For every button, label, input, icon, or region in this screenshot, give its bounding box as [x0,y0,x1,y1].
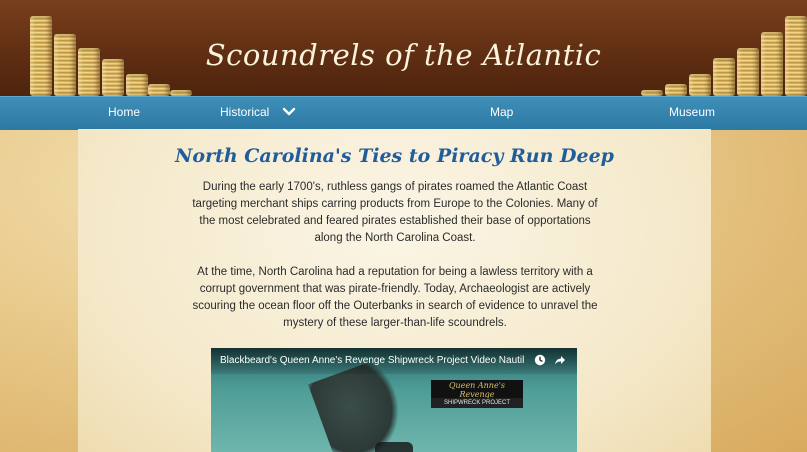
video-overlay-logo: Queen Anne's Revenge [431,380,523,399]
nav-map[interactable]: Map [490,105,513,119]
video-title[interactable]: Blackbeard's Queen Anne's Revenge Shipwr… [220,355,525,366]
main-nav: Home Historical Map Museum [0,96,807,130]
play-button[interactable] [375,442,413,452]
nav-museum[interactable]: Museum [669,105,715,119]
nav-home[interactable]: Home [108,105,140,119]
chevron-down-icon[interactable] [282,105,296,119]
watch-later-icon[interactable] [534,354,546,366]
nav-historical[interactable]: Historical [220,105,269,119]
site-header: Scoundrels of the Atlantic [0,0,807,96]
site-title: Scoundrels of the Atlantic [205,38,602,72]
video-player[interactable]: Blackbeard's Queen Anne's Revenge Shipwr… [211,348,577,452]
page-headline: North Carolina's Ties to Piracy Run Deep [175,145,614,167]
share-icon[interactable] [554,354,566,366]
intro-paragraph: During the early 1700's, ruthless gangs … [192,181,598,244]
video-overlay-logo-sub: SHIPWRECK PROJECT [431,398,523,408]
history-paragraph: At the time, North Carolina had a reputa… [192,266,598,329]
